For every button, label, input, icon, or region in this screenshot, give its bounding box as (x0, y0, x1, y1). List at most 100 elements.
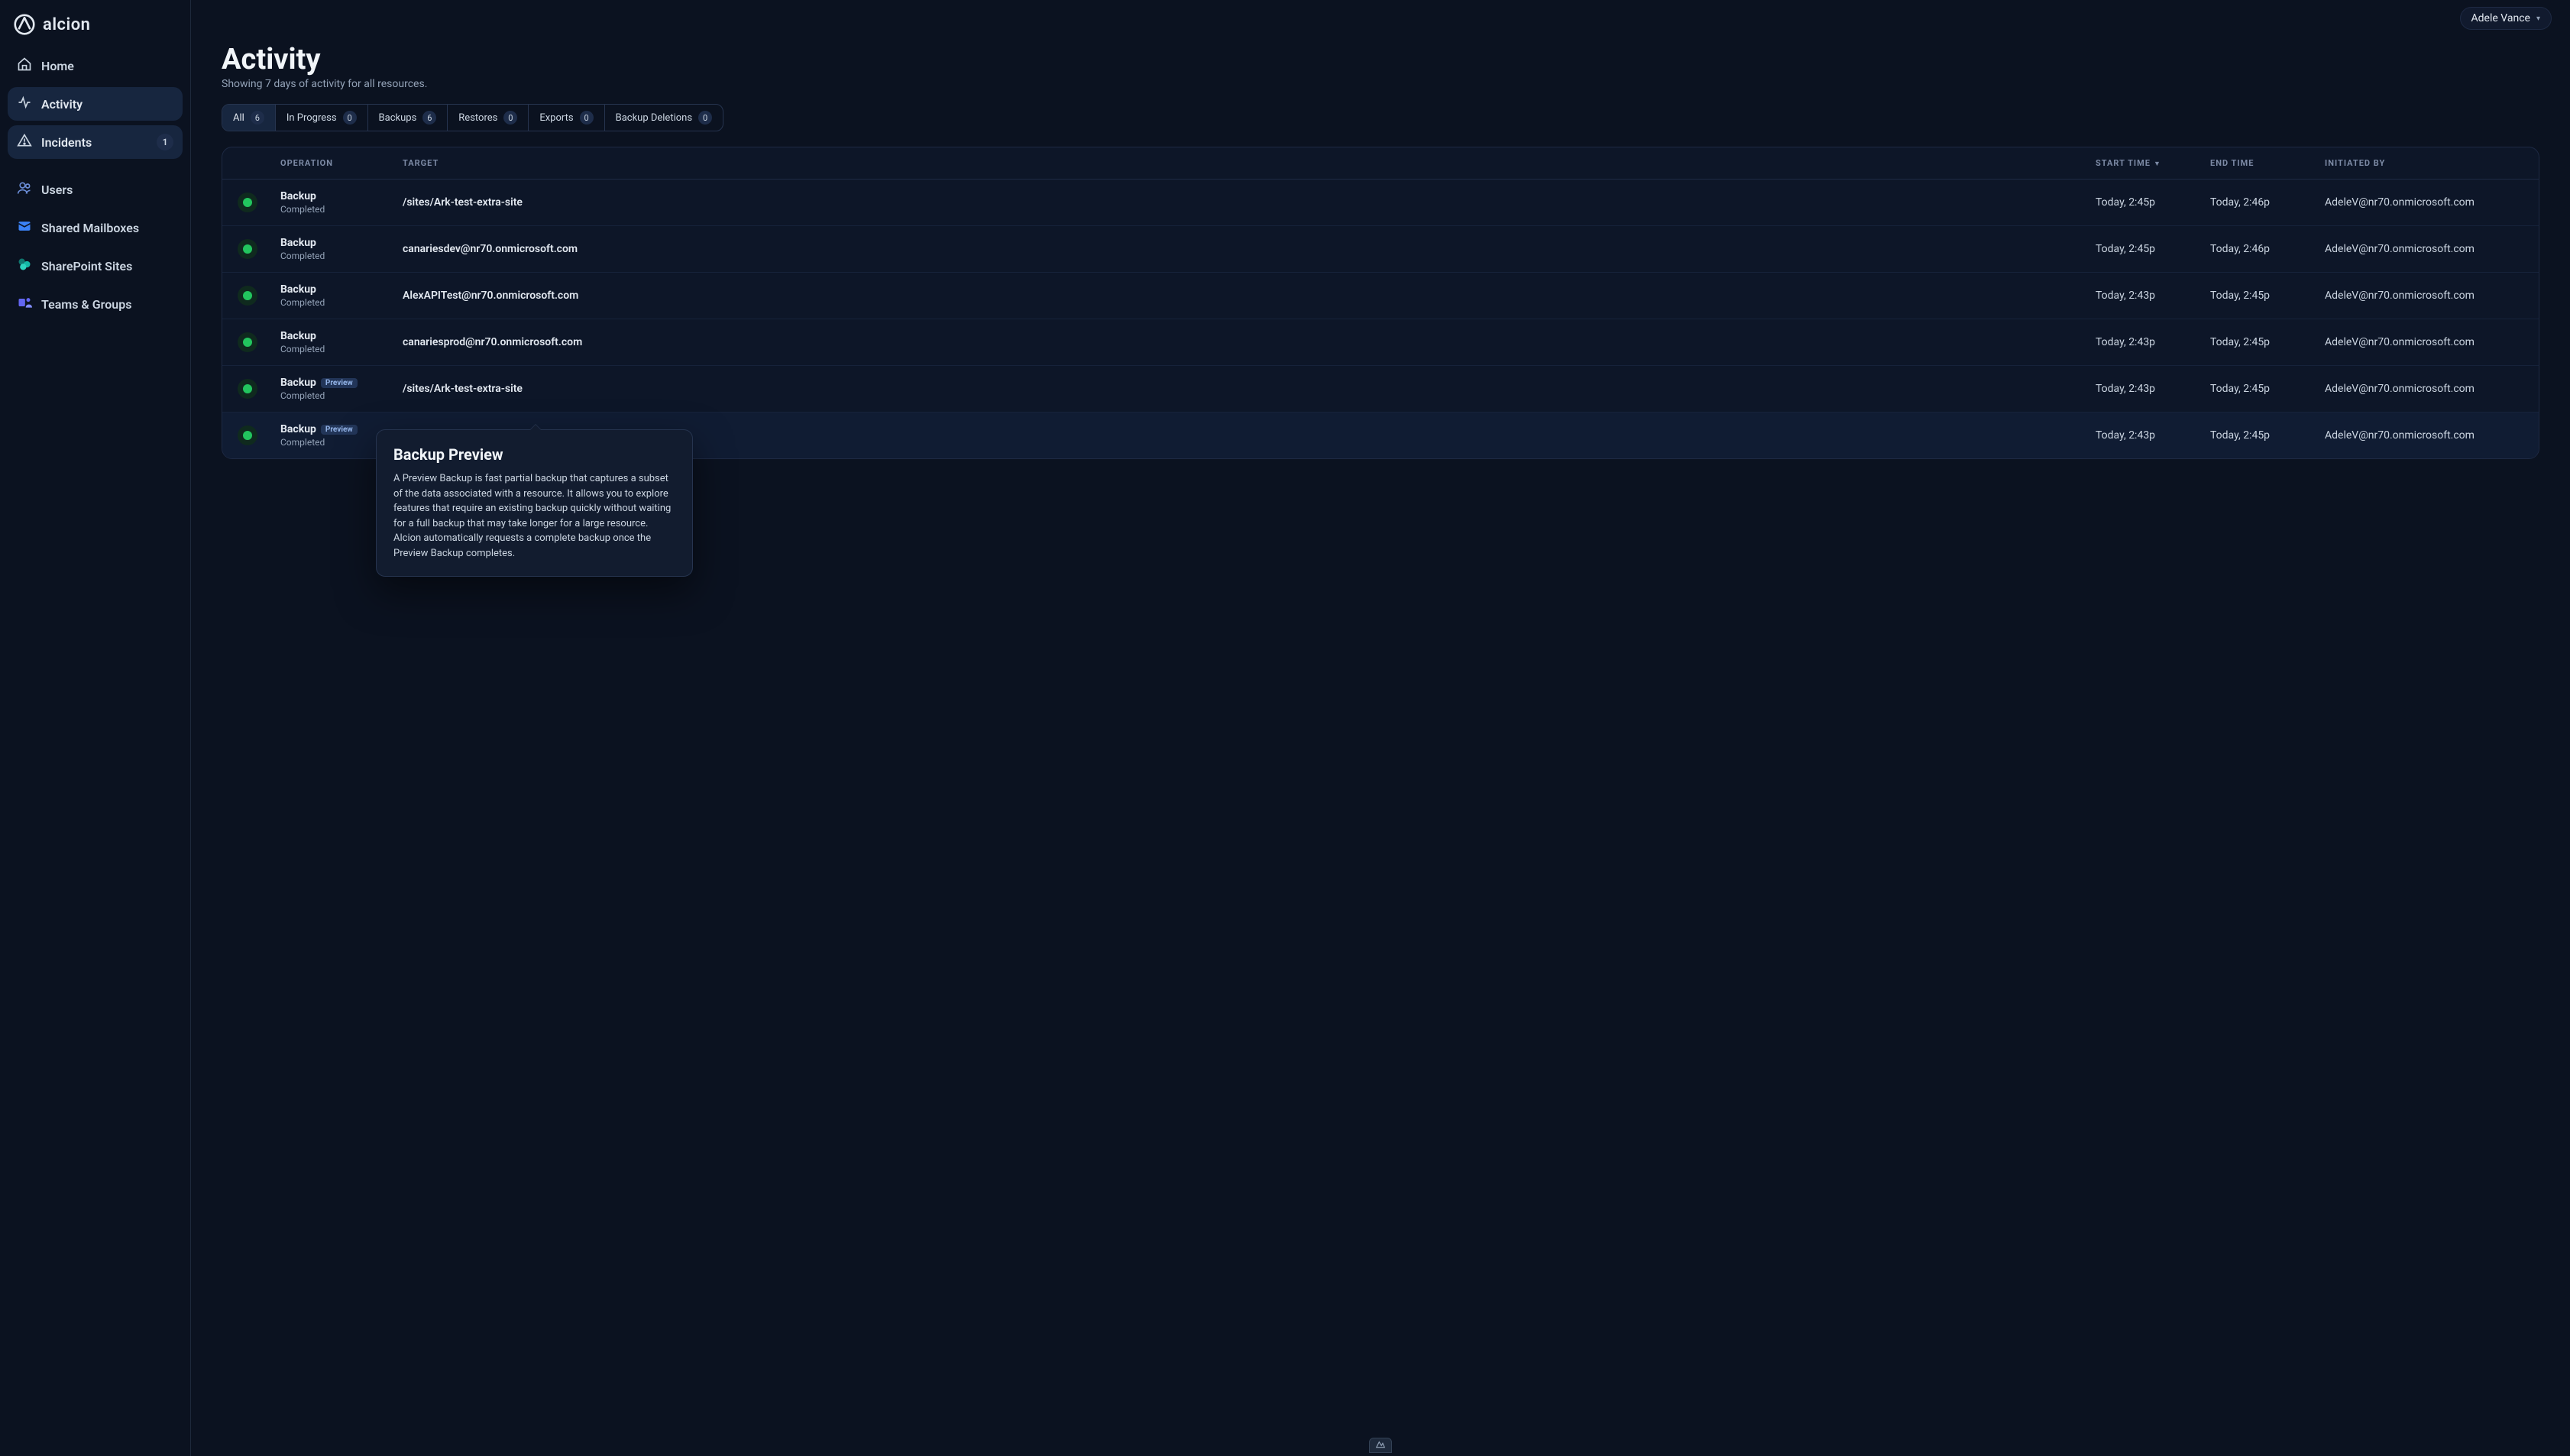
sidebar-item-label: Activity (41, 97, 83, 112)
filter-count: 0 (503, 111, 517, 125)
filter-count: 0 (580, 111, 594, 125)
brand-logo[interactable]: alcion (8, 9, 183, 49)
sharepoint-icon (17, 257, 32, 275)
users-icon (17, 180, 32, 199)
page-body: Activity Showing 7 days of activity for … (191, 37, 2570, 1456)
sidebar-item-users[interactable]: Users (8, 173, 183, 206)
status-success-icon (238, 332, 257, 352)
activity-table: OPERATION TARGET START TIME▼ END TIME IN… (222, 147, 2539, 459)
filter-label: Backup Deletions (616, 112, 692, 124)
page-title: Activity (222, 43, 2539, 76)
filter-label: Backups (379, 112, 417, 124)
sidebar-item-home[interactable]: Home (8, 49, 183, 83)
filter-count: 6 (422, 111, 436, 125)
sidebar-item-label: Home (41, 59, 74, 73)
target-cell: /sites/Ark-test-extra-site (403, 196, 2096, 209)
filter-count: 0 (698, 111, 712, 125)
activity-icon (17, 95, 32, 113)
filter-label: Exports (539, 112, 573, 124)
col-by[interactable]: INITIATED BY (2325, 158, 2523, 168)
brand-name: alcion (43, 15, 90, 34)
end-time-cell: Today, 2:45p (2210, 429, 2325, 442)
filter-count: 6 (251, 111, 264, 125)
nav-secondary: Users Shared Mailboxes SharePoint Sites … (8, 173, 183, 321)
initiated-by-cell: AdeleV@nr70.onmicrosoft.com (2325, 429, 2523, 442)
filter-chip-in-progress[interactable]: In Progress 0 (276, 105, 368, 131)
initiated-by-cell: AdeleV@nr70.onmicrosoft.com (2325, 290, 2523, 302)
sidebar-item-label: Teams & Groups (41, 297, 131, 312)
filter-chip-restores[interactable]: Restores 0 (448, 105, 529, 131)
filter-chip-backup-deletions[interactable]: Backup Deletions 0 (605, 105, 723, 131)
sidebar-item-sharepoint-sites[interactable]: SharePoint Sites (8, 249, 183, 283)
table-row[interactable]: Backup Completed canariesdev@nr70.onmicr… (222, 226, 2539, 273)
tooltip-title: Backup Preview (393, 445, 675, 464)
filter-label: Restores (458, 112, 497, 124)
user-menu[interactable]: Adele Vance ▾ (2460, 7, 2552, 30)
brand-mark-icon (14, 14, 35, 35)
start-time-cell: Today, 2:43p (2096, 290, 2210, 302)
chevron-down-icon: ▾ (2536, 15, 2540, 23)
sidebar-item-shared-mailboxes[interactable]: Shared Mailboxes (8, 211, 183, 244)
preview-badge: Preview (321, 425, 358, 435)
start-time-cell: Today, 2:45p (2096, 196, 2210, 209)
mailbox-icon (17, 218, 32, 237)
table-row[interactable]: Backup Completed canariesprod@nr70.onmic… (222, 319, 2539, 366)
status-success-icon (238, 425, 257, 445)
operation-title: Backup (280, 330, 316, 342)
start-time-cell: Today, 2:45p (2096, 243, 2210, 255)
sort-desc-icon: ▼ (2154, 160, 2161, 168)
status-success-icon (238, 193, 257, 212)
home-icon (17, 57, 32, 75)
target-cell: canariesprod@nr70.onmicrosoft.com (403, 336, 2096, 348)
main: Adele Vance ▾ Activity Showing 7 days of… (191, 0, 2570, 1456)
sidebar-item-teams-groups[interactable]: Teams & Groups (8, 287, 183, 321)
sidebar-item-label: Shared Mailboxes (41, 221, 139, 235)
support-widget-button[interactable] (1369, 1438, 1392, 1453)
filter-chip-all[interactable]: All 6 (222, 105, 276, 131)
operation-status: Completed (280, 251, 403, 261)
nav-primary: Home Activity Incidents 1 (8, 49, 183, 159)
sidebar-item-label: Incidents (41, 135, 92, 150)
tooltip-body: A Preview Backup is fast partial backup … (393, 471, 675, 561)
initiated-by-cell: AdeleV@nr70.onmicrosoft.com (2325, 196, 2523, 209)
operation-title: Backup (280, 237, 316, 249)
target-cell: AlexAPITest@nr70.onmicrosoft.com (403, 290, 2096, 302)
sidebar-item-label: SharePoint Sites (41, 259, 132, 273)
table-row[interactable]: Backup Completed AlexAPITest@nr70.onmicr… (222, 273, 2539, 319)
page-subtitle: Showing 7 days of activity for all resou… (222, 78, 2539, 90)
end-time-cell: Today, 2:45p (2210, 290, 2325, 302)
col-end[interactable]: END TIME (2210, 158, 2325, 168)
sidebar-item-label: Users (41, 183, 73, 197)
filter-chip-exports[interactable]: Exports 0 (529, 105, 604, 131)
operation-status: Completed (280, 204, 403, 215)
initiated-by-cell: AdeleV@nr70.onmicrosoft.com (2325, 383, 2523, 395)
table-row[interactable]: BackupPreview Completed /sites/Ark-test-… (222, 366, 2539, 413)
target-cell: /sites/Ark-test-extra-site (403, 383, 2096, 395)
filter-chip-backups[interactable]: Backups 6 (368, 105, 448, 131)
col-start[interactable]: START TIME▼ (2096, 158, 2210, 168)
topbar: Adele Vance ▾ (191, 0, 2570, 37)
col-operation[interactable]: OPERATION (280, 158, 403, 168)
operation-status: Completed (280, 390, 403, 401)
initiated-by-cell: AdeleV@nr70.onmicrosoft.com (2325, 336, 2523, 348)
alert-icon (17, 133, 32, 151)
filter-chips: All 6 In Progress 0 Backups 6 Restores 0… (222, 104, 723, 131)
sidebar-item-incidents[interactable]: Incidents 1 (8, 125, 183, 159)
end-time-cell: Today, 2:46p (2210, 196, 2325, 209)
mountain-icon (1375, 1438, 1386, 1452)
status-success-icon (238, 239, 257, 259)
operation-title: Backup (280, 423, 316, 435)
sidebar-item-activity[interactable]: Activity (8, 87, 183, 121)
teams-icon (17, 295, 32, 313)
filter-label: All (233, 112, 244, 124)
preview-badge: Preview (321, 378, 358, 388)
operation-title: Backup (280, 190, 316, 202)
table-body: Backup Completed /sites/Ark-test-extra-s… (222, 180, 2539, 458)
operation-status: Completed (280, 344, 403, 354)
operation-title: Backup (280, 283, 316, 296)
filter-label: In Progress (286, 112, 337, 124)
table-row[interactable]: Backup Completed /sites/Ark-test-extra-s… (222, 180, 2539, 226)
backup-preview-tooltip: Backup Preview A Preview Backup is fast … (376, 429, 693, 577)
col-target[interactable]: TARGET (403, 158, 2096, 168)
filter-count: 0 (343, 111, 357, 125)
